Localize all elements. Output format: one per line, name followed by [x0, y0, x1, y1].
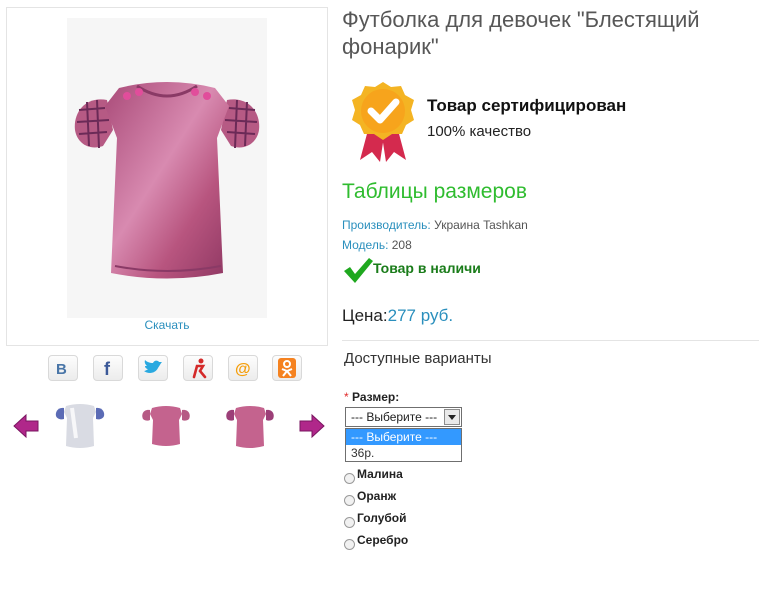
variants-heading: Доступные варианты [344, 350, 492, 367]
manufacturer-row: Производитель: Украина Tashkan [342, 218, 528, 232]
color-option-silver[interactable]: Серебро [344, 533, 408, 550]
divider [342, 340, 759, 341]
color-label: Оранж [357, 489, 397, 503]
size-select[interactable]: --- Выберите --- [345, 407, 462, 427]
manufacturer-label[interactable]: Производитель: [342, 218, 431, 232]
size-option[interactable]: 36р. [346, 445, 461, 461]
product-image-box[interactable]: Скачать [6, 7, 328, 346]
color-option-orange[interactable]: Оранж [344, 489, 396, 506]
odnoklassniki-icon[interactable] [272, 355, 302, 381]
color-option-malina[interactable]: Малина [344, 467, 403, 484]
price-value: 277 руб. [387, 306, 454, 325]
price-label: Цена: [342, 306, 388, 325]
svg-text:@: @ [235, 361, 251, 378]
facebook-icon[interactable]: f [93, 355, 123, 381]
thumbnail-pink-2[interactable] [222, 398, 278, 454]
product-title: Футболка для девочек "Блестящий фонарик" [342, 7, 700, 59]
radio-button[interactable] [344, 539, 355, 550]
size-dropdown-list: --- Выберите --- 36р. [345, 428, 462, 462]
required-mark: * [344, 390, 349, 404]
checkmark-icon [342, 256, 374, 284]
model-label: Модель: [342, 238, 389, 252]
price: Цена:277 руб. [342, 306, 453, 326]
model-value: 208 [391, 238, 412, 252]
moimir-icon[interactable] [183, 355, 213, 381]
twitter-icon[interactable] [138, 355, 168, 381]
svg-text:B: B [56, 361, 67, 378]
radio-button[interactable] [344, 473, 355, 484]
svg-text:f: f [104, 359, 111, 379]
stock-status: Товар в наличи [373, 260, 481, 276]
certificate-subtitle: 100% качество [427, 123, 532, 140]
size-select-value: --- Выберите --- [351, 410, 438, 424]
thumbnail-silver[interactable] [52, 398, 108, 454]
download-link[interactable]: Скачать [7, 318, 327, 332]
arrow-right-icon[interactable] [298, 412, 326, 440]
model-row: Модель: 208 [342, 238, 412, 252]
radio-button[interactable] [344, 517, 355, 528]
color-label: Малина [357, 467, 403, 481]
certificate-badge-icon [350, 80, 416, 164]
thumbnail-pink-1[interactable] [138, 398, 194, 454]
certificate-title: Товар сертифицирован [427, 96, 627, 115]
radio-button[interactable] [344, 495, 355, 506]
size-label: * Размер: [344, 390, 399, 404]
color-option-blue[interactable]: Голубой [344, 511, 407, 528]
vk-icon[interactable]: B [48, 355, 78, 381]
color-label: Серебро [357, 533, 409, 547]
manufacturer-value: Украина Tashkan [434, 218, 528, 232]
size-tables-link[interactable]: Таблицы размеров [342, 180, 527, 204]
mail-icon[interactable]: @ [228, 355, 258, 381]
size-label-text: Размер: [352, 390, 400, 404]
size-option[interactable]: --- Выберите --- [346, 429, 461, 445]
product-image[interactable] [67, 18, 267, 318]
chevron-down-icon[interactable] [444, 409, 460, 425]
arrow-left-icon[interactable] [12, 412, 40, 440]
color-label: Голубой [357, 511, 407, 525]
